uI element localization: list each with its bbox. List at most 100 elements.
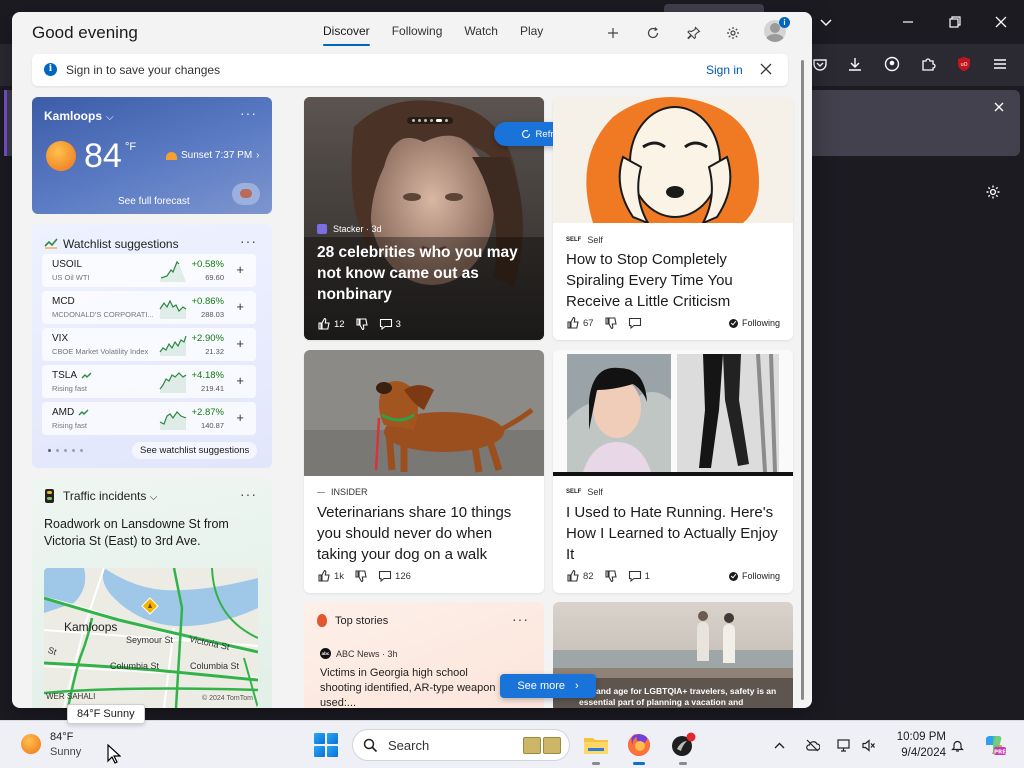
comment-button[interactable]: 3: [379, 317, 401, 331]
browser-tab[interactable]: [664, 4, 764, 12]
weather-card[interactable]: Kamloops ⌵ ··· 84 °F Sunset 7:37 PM › See …: [32, 97, 272, 214]
cloud-sync-off-icon[interactable]: [803, 736, 821, 754]
taskbar-search-box[interactable]: Search: [352, 729, 570, 761]
dislike-button[interactable]: [355, 317, 369, 331]
stock-price: 69.60: [205, 273, 224, 282]
like-button[interactable]: 1k: [317, 569, 344, 583]
taskbar-clock[interactable]: 10:09 PM 9/4/2024: [886, 729, 946, 761]
extensions-icon[interactable]: [918, 54, 938, 74]
signin-link[interactable]: Sign in: [706, 63, 743, 77]
volume-muted-icon[interactable]: [859, 736, 877, 754]
card-headline[interactable]: 28 celebrities who you may not know came…: [317, 242, 533, 305]
more-options-icon[interactable]: ···: [240, 486, 257, 502]
dislike-button[interactable]: [604, 316, 618, 330]
notification-bell-icon[interactable]: [948, 736, 966, 754]
file-explorer-icon[interactable]: [582, 731, 610, 765]
account-icon[interactable]: [882, 54, 902, 74]
news-card-criticism[interactable]: SELF Self How to Stop Completely Spiralin…: [553, 97, 793, 340]
close-icon[interactable]: [760, 62, 776, 78]
weather-location[interactable]: Kamloops ⌵: [44, 109, 114, 123]
card-headline[interactable]: Veterinarians share 10 things you should…: [317, 502, 533, 565]
tab-following[interactable]: Following: [381, 23, 454, 45]
tab-watch[interactable]: Watch: [453, 23, 509, 45]
card-actions: 67: [566, 316, 642, 330]
tab-play[interactable]: Play: [509, 23, 554, 45]
dislike-button[interactable]: [354, 569, 368, 583]
card-headline[interactable]: I Used to Hate Running. Here's How I Lea…: [566, 502, 782, 565]
add-to-watchlist-plus-icon[interactable]: +: [236, 410, 244, 425]
minimize-icon[interactable]: [898, 12, 918, 32]
like-button[interactable]: 12: [317, 317, 345, 331]
restore-icon[interactable]: [945, 12, 965, 32]
following-badge[interactable]: Following: [728, 571, 780, 581]
add-to-watchlist-plus-icon[interactable]: +: [236, 336, 244, 351]
tab-discover[interactable]: Discover: [312, 23, 381, 46]
menu-icon[interactable]: [990, 54, 1010, 74]
top-stories-title: Top stories: [335, 615, 389, 627]
notification-close-icon[interactable]: [990, 98, 1008, 116]
pocket-icon[interactable]: [810, 54, 830, 74]
tab-list-chevron-icon[interactable]: [816, 12, 836, 32]
traffic-title[interactable]: Traffic incidents ⌵: [63, 489, 157, 503]
start-windows-icon[interactable]: [314, 733, 338, 757]
settings-gear-icon[interactable]: [722, 22, 744, 44]
like-button[interactable]: 67: [566, 316, 594, 330]
stock-change: +4.18%: [191, 370, 225, 381]
card-headline[interactable]: How to Stop Completely Spiraling Every T…: [566, 249, 782, 312]
chevron-up-icon[interactable]: [770, 736, 788, 754]
carousel-pager[interactable]: [407, 117, 453, 124]
story-headline[interactable]: Victims in Georgia high school shooting …: [320, 666, 500, 708]
comment-button[interactable]: 126: [378, 569, 411, 583]
traffic-map[interactable]: Kamloops Seymour St Victoria St Columbia…: [44, 568, 258, 708]
comment-icon: [628, 570, 641, 583]
pin-icon[interactable]: [683, 22, 705, 44]
comment-button[interactable]: [628, 316, 642, 330]
watchlist-pager[interactable]: [48, 449, 83, 452]
like-count: 82: [583, 570, 594, 582]
stock-price: 21.32: [205, 347, 224, 356]
following-badge[interactable]: Following: [728, 318, 780, 328]
watchlist-row[interactable]: VIX CBOE Market Volatility Index +2.90% 21.…: [42, 328, 256, 361]
stock-price: 288.03: [201, 310, 224, 319]
close-window-icon[interactable]: [991, 12, 1011, 32]
abc-logo: abc: [320, 648, 331, 659]
firefox-icon[interactable]: [625, 731, 653, 765]
more-options-icon[interactable]: ···: [512, 611, 529, 627]
publisher-logo: SELF: [566, 237, 582, 243]
add-to-watchlist-plus-icon[interactable]: +: [236, 299, 244, 314]
more-options-icon[interactable]: ···: [240, 105, 257, 121]
watchlist-row[interactable]: TSLA Rising fast +4.18% 219.41 +: [42, 365, 256, 398]
more-options-icon[interactable]: ···: [240, 233, 257, 249]
dislike-button[interactable]: [604, 569, 618, 583]
add-widget-plus-icon[interactable]: [602, 22, 624, 44]
add-to-watchlist-plus-icon[interactable]: +: [236, 262, 244, 277]
ublock-icon[interactable]: uO: [954, 54, 974, 74]
app-icon[interactable]: [669, 731, 697, 765]
following-label: Following: [741, 571, 780, 581]
comment-button[interactable]: 1: [628, 569, 650, 583]
add-to-watchlist-plus-icon[interactable]: +: [236, 373, 244, 388]
network-icon[interactable]: [834, 736, 852, 754]
see-full-forecast-link[interactable]: See full forecast: [118, 196, 190, 207]
refresh-icon[interactable]: [642, 22, 664, 44]
thumbs-up-icon: [318, 317, 330, 330]
downloads-icon[interactable]: [845, 54, 865, 74]
watchlist-row[interactable]: MCD MCDONALD'S CORPORATI... +0.86% 288.03 +: [42, 291, 256, 324]
publisher-logo-icon: [317, 491, 325, 493]
thumbs-up-icon: [567, 316, 579, 329]
see-more-button[interactable]: See more ›: [500, 674, 596, 698]
page-settings-gear-icon[interactable]: [982, 181, 1004, 203]
news-card-running[interactable]: SELF Self I Used to Hate Running. Here's …: [553, 350, 793, 593]
sunset-label: Sunset 7:37 PM: [181, 150, 253, 161]
see-watchlist-suggestions-button[interactable]: See watchlist suggestions: [132, 442, 258, 459]
mouse-cursor-icon: [107, 744, 121, 764]
copilot-icon[interactable]: PRE: [982, 733, 1006, 757]
panel-scrollbar[interactable]: [801, 60, 804, 700]
news-card-dogs[interactable]: INSIDER Veterinarians share 10 things yo…: [304, 350, 544, 593]
watchlist-row[interactable]: AMD Rising fast +2.87% 140.87 +: [42, 402, 256, 435]
stock-sparkline: [159, 335, 187, 356]
like-button[interactable]: 82: [566, 569, 594, 583]
watchlist-row[interactable]: USOIL US Oil WTI +0.58% 69.60 +: [42, 254, 256, 287]
stock-symbol-label: MCD: [52, 296, 75, 307]
sunset-time[interactable]: Sunset 7:37 PM ›: [166, 150, 260, 161]
